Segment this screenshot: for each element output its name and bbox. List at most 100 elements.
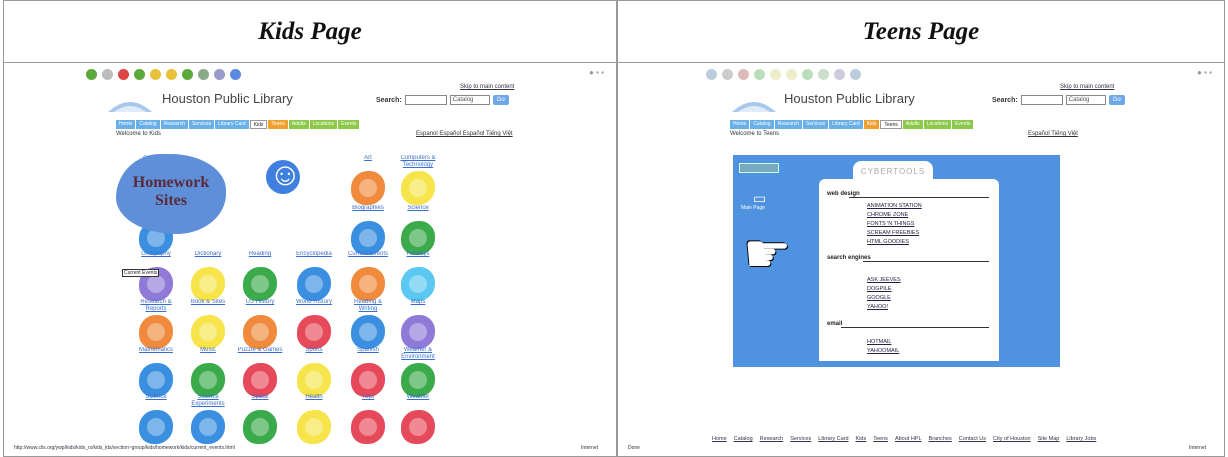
nav-tab-library-card[interactable]: Library Card bbox=[215, 120, 249, 129]
kids-link-label[interactable]: Weather & Environment bbox=[394, 347, 442, 361]
kids-link-icon[interactable] bbox=[351, 221, 385, 255]
mail-icon[interactable] bbox=[818, 69, 829, 80]
nav-tab-home[interactable]: Home bbox=[730, 120, 750, 129]
footer-link[interactable]: Services bbox=[790, 436, 811, 442]
edit-icon[interactable] bbox=[230, 69, 241, 80]
kids-link-item[interactable]: Encyclopedia bbox=[290, 251, 338, 301]
kids-link-icon[interactable] bbox=[139, 315, 173, 349]
kids-link-item[interactable]: Current Events bbox=[344, 251, 392, 301]
kids-link-label[interactable]: Music bbox=[184, 347, 232, 361]
kids-link-label[interactable]: Reading & Writing bbox=[344, 299, 392, 313]
kids-link-icon[interactable] bbox=[401, 267, 435, 301]
nav-tab-teens[interactable]: Teens bbox=[880, 120, 902, 129]
skip-link[interactable]: Skip to main content bbox=[1060, 84, 1114, 90]
home-icon[interactable] bbox=[770, 69, 781, 80]
edit-icon[interactable] bbox=[850, 69, 861, 80]
kids-link-label[interactable]: Science Experiments bbox=[184, 394, 232, 408]
cyber-link[interactable]: SCREAM FREEBIES bbox=[867, 230, 919, 236]
go-button[interactable]: Go bbox=[1108, 95, 1125, 105]
cyber-link[interactable]: CHROME ZONE bbox=[867, 212, 908, 218]
kids-link-icon[interactable] bbox=[401, 315, 435, 349]
kids-link-icon[interactable] bbox=[297, 363, 331, 397]
kids-link-icon[interactable] bbox=[191, 363, 225, 397]
kids-link-label[interactable]: World History bbox=[290, 299, 338, 313]
kids-link-icon[interactable] bbox=[243, 315, 277, 349]
nav-tab-services[interactable]: Services bbox=[188, 120, 215, 129]
stop-icon[interactable] bbox=[118, 69, 129, 80]
kids-link-icon[interactable] bbox=[191, 315, 225, 349]
history-icon[interactable] bbox=[182, 69, 193, 80]
kids-link-icon[interactable] bbox=[297, 410, 331, 444]
search-input[interactable] bbox=[1020, 95, 1063, 105]
kids-link-label[interactable]: Sports bbox=[290, 347, 338, 361]
nav-tab-teens[interactable]: Teens bbox=[268, 120, 288, 129]
kids-link-icon[interactable] bbox=[401, 221, 435, 255]
kids-link-item[interactable]: Maps bbox=[394, 299, 442, 349]
kids-link-label[interactable]: Biographies bbox=[344, 205, 392, 219]
kids-link-icon[interactable] bbox=[351, 410, 385, 444]
kids-link-label[interactable]: Encyclopedia bbox=[290, 251, 338, 265]
kids-link-item[interactable]: Biographies bbox=[344, 205, 392, 255]
nav-tab-events[interactable]: Events bbox=[952, 120, 974, 129]
kids-link-item[interactable]: Art bbox=[344, 155, 392, 205]
kids-link-item[interactable]: Dictionary bbox=[184, 251, 232, 301]
kids-link-icon[interactable] bbox=[191, 410, 225, 444]
kids-link-item[interactable]: Research & Reports bbox=[132, 299, 180, 349]
cyber-link[interactable]: YAHOO! bbox=[867, 304, 888, 310]
cybertools-side-button[interactable] bbox=[739, 163, 779, 173]
kids-link-item[interactable]: Book & Sites bbox=[184, 299, 232, 349]
back-icon[interactable] bbox=[86, 69, 97, 80]
kids-link-icon[interactable] bbox=[401, 363, 435, 397]
cyber-link[interactable]: ASK JEEVES bbox=[867, 277, 901, 283]
footer-link[interactable]: Research bbox=[760, 436, 784, 442]
footer-link[interactable]: Library Card bbox=[818, 436, 848, 442]
kids-link-icon[interactable] bbox=[351, 315, 385, 349]
footer-link[interactable]: Kids bbox=[856, 436, 867, 442]
kids-link-label[interactable]: Reading bbox=[236, 251, 284, 265]
cyber-link[interactable]: HOTMAIL bbox=[867, 339, 891, 345]
search-select[interactable]: Catalog bbox=[1065, 95, 1106, 105]
favorites-icon[interactable] bbox=[786, 69, 797, 80]
nav-tab-library-card[interactable]: Library Card bbox=[829, 120, 863, 129]
kids-link-label[interactable]: Holidays bbox=[394, 251, 442, 265]
footer-link[interactable]: Library Jobs bbox=[1066, 436, 1096, 442]
nav-tab-catalog[interactable]: Catalog bbox=[136, 120, 160, 129]
kids-link-label[interactable]: Weather bbox=[394, 394, 442, 408]
kids-link-item[interactable]: World History bbox=[290, 299, 338, 349]
kids-link-label[interactable]: Puzzle & Games bbox=[236, 347, 284, 361]
refresh-icon[interactable] bbox=[754, 69, 765, 80]
kids-link-item[interactable]: Music bbox=[184, 347, 232, 397]
cyber-link[interactable]: GOOGLE bbox=[867, 295, 891, 301]
kids-link-label[interactable]: Science bbox=[394, 205, 442, 219]
kids-link-item[interactable]: Reading & Writing bbox=[344, 299, 392, 349]
kids-link-item[interactable]: Spanish bbox=[344, 347, 392, 397]
nav-tab-research[interactable]: Research bbox=[774, 120, 802, 129]
homework-sites-banner[interactable]: Homework Sites bbox=[116, 154, 226, 234]
kids-link-icon[interactable] bbox=[243, 410, 277, 444]
kids-link-label[interactable]: Toys bbox=[344, 394, 392, 408]
forward-icon[interactable] bbox=[722, 69, 733, 80]
language-links[interactable]: Español Tiếng Việt bbox=[1028, 131, 1078, 137]
kids-link-item[interactable]: Science bbox=[132, 394, 180, 444]
kids-link-item[interactable]: Computers & Technology bbox=[394, 155, 442, 205]
footer-link[interactable]: Site Map bbox=[1038, 436, 1060, 442]
cyber-link[interactable]: FONTS 'N THINGS bbox=[867, 221, 914, 227]
forward-icon[interactable] bbox=[102, 69, 113, 80]
nav-tab-catalog[interactable]: Catalog bbox=[750, 120, 774, 129]
kids-link-item[interactable]: Sports bbox=[290, 347, 338, 397]
mail-icon[interactable] bbox=[198, 69, 209, 80]
nav-tab-events[interactable]: Events bbox=[338, 120, 360, 129]
kids-link-item[interactable]: Weather bbox=[394, 394, 442, 444]
nav-tab-kids[interactable]: Kids bbox=[249, 120, 268, 129]
history-icon[interactable] bbox=[802, 69, 813, 80]
kids-link-icon[interactable] bbox=[243, 267, 277, 301]
kids-link-icon[interactable] bbox=[297, 267, 331, 301]
kids-link-label[interactable]: US History bbox=[236, 299, 284, 313]
nav-tab-adults[interactable]: Adults bbox=[288, 120, 309, 129]
kids-link-label[interactable]: Dictionary bbox=[184, 251, 232, 265]
kids-link-item[interactable]: Space bbox=[236, 394, 284, 444]
nav-tab-adults[interactable]: Adults bbox=[902, 120, 923, 129]
footer-link[interactable]: Teens bbox=[873, 436, 888, 442]
kids-link-label[interactable]: Research & Reports bbox=[132, 299, 180, 313]
kids-link-icon[interactable] bbox=[139, 363, 173, 397]
